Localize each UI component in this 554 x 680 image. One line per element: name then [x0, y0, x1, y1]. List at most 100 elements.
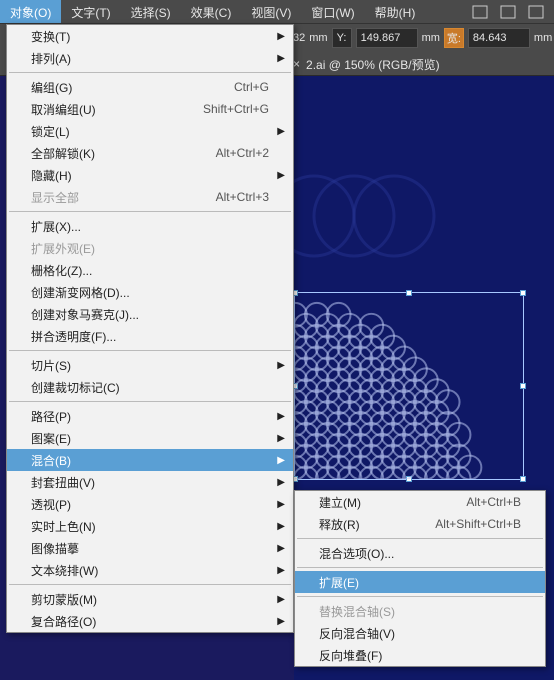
object-menu-item[interactable]: 创建裁切标记(C): [7, 376, 293, 398]
submenu-arrow-icon: ▶: [277, 433, 285, 444]
separator: [297, 567, 543, 568]
menu-label: 混合选项(O)...: [319, 545, 394, 562]
separator: [297, 538, 543, 539]
object-menu-item[interactable]: 实时上色(N)▶: [7, 515, 293, 537]
blend-submenu-item[interactable]: 混合选项(O)...: [295, 542, 545, 564]
menu-label: 图案(E): [31, 430, 71, 447]
menu-label: 路径(P): [31, 408, 71, 425]
menu-label: 隐藏(H): [31, 167, 72, 184]
blend-submenu-item: 替换混合轴(S): [295, 600, 545, 622]
object-menu-item: 扩展外观(E): [7, 237, 293, 259]
unit-3: mm: [534, 32, 552, 44]
separator: [9, 350, 291, 351]
dock-icon[interactable]: [498, 4, 518, 20]
object-menu-item[interactable]: 拼合透明度(F)...: [7, 325, 293, 347]
menu-label: 实时上色(N): [31, 518, 96, 535]
object-menu-item[interactable]: 混合(B)▶: [7, 449, 293, 471]
blend-submenu: 建立(M) Alt+Ctrl+B 释放(R)Alt+Shift+Ctrl+B 混合选项…: [294, 490, 546, 667]
blend-submenu-item[interactable]: 反向混合轴(V): [295, 622, 545, 644]
menu-label: 拼合透明度(F)...: [31, 328, 116, 345]
menu-窗口(W)[interactable]: 窗口(W): [301, 0, 364, 23]
object-menu-item[interactable]: 复合路径(O) ▶: [7, 610, 293, 632]
menu-label: 反向混合轴(V): [319, 625, 395, 642]
tab-close-icon[interactable]: ×: [293, 57, 300, 71]
object-menu: 变换(T)▶排列(A)▶ 编组(G)Ctrl+G 取消编组(U) Shift+Ctrl…: [6, 24, 294, 633]
unit-1: mm: [309, 32, 327, 44]
submenu-arrow-icon: ▶: [277, 455, 285, 466]
object-menu-item[interactable]: 创建渐变网格(D)...: [7, 281, 293, 303]
submenu-arrow-icon: ▶: [277, 594, 285, 605]
shortcut: Alt+Ctrl+2: [216, 146, 269, 160]
object-menu-item[interactable]: 创建对象马赛克(J)...: [7, 303, 293, 325]
object-menu-item[interactable]: 排列(A)▶: [7, 47, 293, 69]
unit-2: mm: [422, 32, 440, 44]
blend-submenu-item[interactable]: 释放(R)Alt+Shift+Ctrl+B: [295, 513, 545, 535]
submenu-arrow-icon: ▶: [277, 616, 285, 627]
object-menu-item[interactable]: 切片(S)▶: [7, 354, 293, 376]
shortcut: Shift+Ctrl+G: [203, 102, 269, 116]
menu-label: 扩展外观(E): [31, 240, 95, 257]
object-menu-item[interactable]: 文本绕排(W)▶: [7, 559, 293, 581]
object-menu-item[interactable]: 编组(G)Ctrl+G: [7, 76, 293, 98]
menu-label: 扩展(E): [319, 574, 359, 591]
separator: [9, 72, 291, 73]
menu-label: 扩展(X)...: [31, 218, 81, 235]
submenu-arrow-icon: ▶: [277, 126, 285, 137]
object-menu-item[interactable]: 全部解锁(K) Alt+Ctrl+2: [7, 142, 293, 164]
menu-帮助(H)[interactable]: 帮助(H): [365, 0, 426, 23]
menu-label: 剪切蒙版(M): [31, 591, 97, 608]
width-label: 宽:: [444, 28, 464, 48]
menu-label: 图像描摹: [31, 540, 79, 557]
menu-label: 锁定(L): [31, 123, 70, 140]
separator: [9, 401, 291, 402]
object-menu-item[interactable]: 路径(P) ▶: [7, 405, 293, 427]
separator: [297, 596, 543, 597]
menu-label: 创建对象马赛克(J)...: [31, 306, 139, 323]
y-input[interactable]: [356, 28, 418, 48]
menu-文字(T)[interactable]: 文字(T): [61, 0, 120, 23]
menu-label: 建立(M): [319, 494, 361, 511]
shortcut: Alt+Ctrl+B: [466, 495, 521, 509]
menu-label: 封套扭曲(V): [31, 474, 95, 491]
menu-label: 复合路径(O): [31, 613, 96, 630]
menu-label: 替换混合轴(S): [319, 603, 395, 620]
blend-submenu-item[interactable]: 反向堆叠(F): [295, 644, 545, 666]
width-input[interactable]: [468, 28, 530, 48]
shortcut: Alt+Shift+Ctrl+B: [435, 517, 521, 531]
object-menu-item[interactable]: 透视(P)▶: [7, 493, 293, 515]
object-menu-item[interactable]: 隐藏(H)▶: [7, 164, 293, 186]
menu-label: 全部解锁(K): [31, 145, 95, 162]
object-menu-item[interactable]: 剪切蒙版(M) ▶: [7, 588, 293, 610]
object-menu-item[interactable]: 图像描摹▶: [7, 537, 293, 559]
menu-label: 栅格化(Z)...: [31, 262, 92, 279]
shortcut: Alt+Ctrl+3: [216, 190, 269, 204]
separator: [9, 584, 291, 585]
separator: [9, 211, 291, 212]
object-menu-item[interactable]: 图案(E) ▶: [7, 427, 293, 449]
blend-circles: [295, 293, 523, 479]
submenu-arrow-icon: ▶: [277, 565, 285, 576]
menu-对象(O)[interactable]: 对象(O): [0, 0, 61, 23]
submenu-arrow-icon: ▶: [277, 31, 285, 42]
document-tab[interactable]: 2.ai @ 150% (RGB/预览): [306, 56, 440, 73]
object-menu-item[interactable]: 变换(T)▶: [7, 25, 293, 47]
submenu-arrow-icon: ▶: [277, 477, 285, 488]
menu-效果(C)[interactable]: 效果(C): [181, 0, 242, 23]
object-menu-item[interactable]: 锁定(L) ▶: [7, 120, 293, 142]
object-menu-item[interactable]: 栅格化(Z)...: [7, 259, 293, 281]
blend-submenu-item[interactable]: 扩展(E): [295, 571, 545, 593]
object-menu-item[interactable]: 取消编组(U) Shift+Ctrl+G: [7, 98, 293, 120]
menu-label: 创建裁切标记(C): [31, 379, 120, 396]
layout-icon[interactable]: [526, 4, 546, 20]
blend-submenu-item[interactable]: 建立(M) Alt+Ctrl+B: [295, 491, 545, 513]
menu-视图(V)[interactable]: 视图(V): [241, 0, 301, 23]
menu-label: 取消编组(U): [31, 101, 96, 118]
object-menu-item[interactable]: 封套扭曲(V) ▶: [7, 471, 293, 493]
menu-选择(S)[interactable]: 选择(S): [121, 0, 181, 23]
selection-box[interactable]: [294, 292, 524, 480]
menu-label: 编组(G): [31, 79, 72, 96]
doc-icon[interactable]: [470, 4, 490, 20]
submenu-arrow-icon: ▶: [277, 411, 285, 422]
submenu-arrow-icon: ▶: [277, 499, 285, 510]
object-menu-item[interactable]: 扩展(X)...: [7, 215, 293, 237]
